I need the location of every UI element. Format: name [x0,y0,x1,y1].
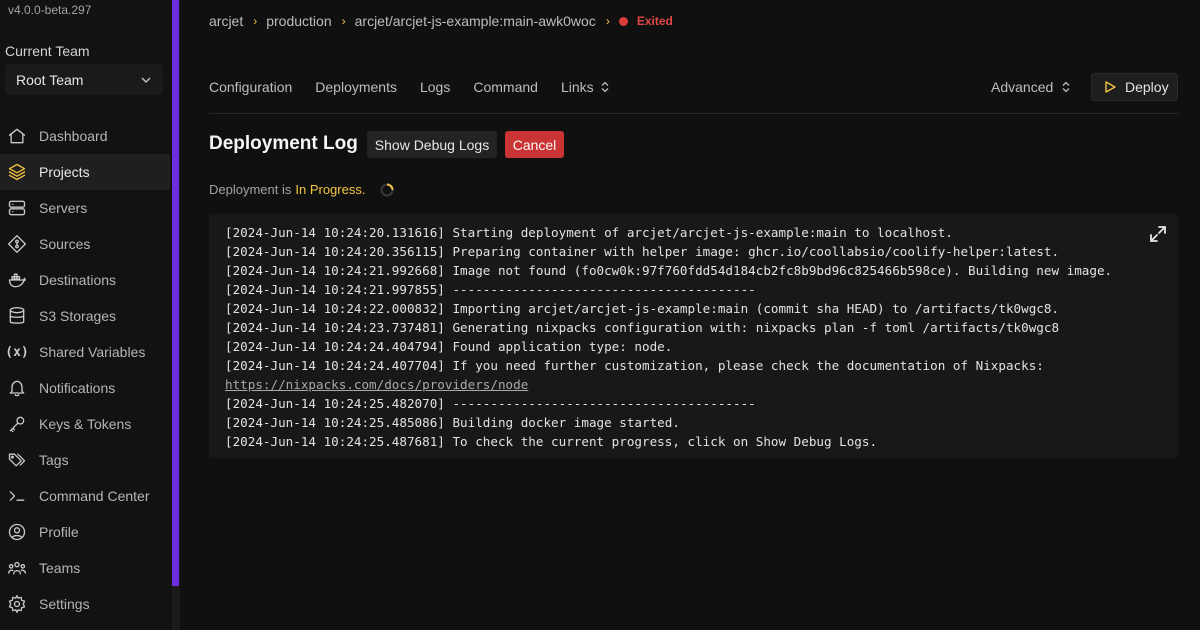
log-line: [2024-Jun-14 10:24:24.404794] Found appl… [225,339,673,354]
log-line: [2024-Jun-14 10:24:25.487681] To check t… [225,434,878,449]
log-line: [2024-Jun-14 10:24:25.485086] Building d… [225,415,680,430]
database-icon [6,305,28,327]
app-version: v4.0.0-beta.297 [8,3,92,17]
sidebar-item-notifications[interactable]: Notifications [0,370,170,406]
docker-icon [6,269,28,291]
breadcrumb-application[interactable]: arcjet/arcjet-js-example:main-awk0woc [355,13,596,29]
breadcrumb-team[interactable]: arcjet [209,13,243,29]
gear-icon [6,593,28,615]
sidebar-item-settings[interactable]: Settings [0,586,170,622]
advanced-menu[interactable]: Advanced [991,79,1071,95]
tab-links-label: Links [560,79,594,95]
advanced-label: Advanced [991,79,1054,95]
deployment-status-value: In Progress. [295,182,366,197]
status-badge: Exited [636,14,673,28]
sidebar-item-tags[interactable]: Tags [0,442,170,478]
sidebar-item-sources[interactable]: Sources [0,226,170,262]
user-icon [6,521,28,543]
chevron-up-down-icon [1062,81,1070,93]
breadcrumb-environment[interactable]: production [266,13,331,29]
status-dot-icon [618,16,628,26]
team-select[interactable]: Root Team [5,64,163,95]
sidebar-item-label: Destinations [39,272,117,288]
sidebar-item-label: Command Center [39,488,150,504]
play-icon [1105,81,1116,93]
sidebar-nav: Dashboard Projects Servers Sources Desti… [0,118,170,622]
spinner-icon [380,183,394,196]
git-icon [6,233,28,255]
deployment-status: Deployment is In Progress. [209,182,394,197]
app-tabs: Configuration Deployments Logs Command L… [209,79,633,95]
chevron-right-icon: › [253,14,258,28]
sidebar-item-label: Servers [39,200,88,216]
sidebar-item-s3-storages[interactable]: S3 Storages [0,298,170,334]
chevron-down-icon [141,76,151,83]
sidebar-scrollbar[interactable] [172,0,179,586]
sidebar-item-label: Keys & Tokens [39,416,132,432]
sidebar-item-command-center[interactable]: Command Center [0,478,170,514]
log-line: [2024-Jun-14 10:24:20.131616] Starting d… [225,225,953,240]
chevron-right-icon: › [605,14,610,28]
log-line: [2024-Jun-14 10:24:25.482070] ----------… [225,396,756,411]
sidebar-item-label: Sources [39,236,91,252]
sidebar-item-keys-tokens[interactable]: Keys & Tokens [0,406,170,442]
sidebar-item-destinations[interactable]: Destinations [0,262,170,298]
page-title: Deployment Log [209,133,358,154]
layers-icon [6,161,28,183]
home-icon [6,125,28,147]
key-icon [6,413,28,435]
sidebar: v4.0.0-beta.297 Current Team Root Team D… [0,0,172,630]
log-line: [2024-Jun-14 10:24:22.000832] Importing … [225,301,1060,316]
log-output: [2024-Jun-14 10:24:20.131616] Starting d… [209,214,1178,458]
log-line: https://nixpacks.com/docs/providers/node [225,375,1112,394]
sidebar-item-label: Settings [39,596,90,612]
divider [209,113,1178,114]
sidebar-item-label: Profile [39,524,79,540]
current-team-label: Current Team [5,43,90,59]
sidebar-item-label: Projects [39,164,90,180]
tab-command[interactable]: Command [473,79,538,95]
show-debug-logs-button[interactable]: Show Debug Logs [367,131,497,158]
deploy-label: Deploy [1125,79,1169,95]
sidebar-item-label: Notifications [39,380,116,396]
sidebar-item-servers[interactable]: Servers [0,190,170,226]
deploy-button[interactable]: Deploy [1091,73,1178,101]
sidebar-item-label: Dashboard [39,128,108,144]
tab-links[interactable]: Links [561,79,610,95]
variable-icon: (x) [5,344,29,360]
tab-configuration[interactable]: Configuration [209,79,292,95]
sidebar-item-projects[interactable]: Projects [0,154,170,190]
server-icon [6,197,28,219]
team-select-value: Root Team [16,71,84,88]
log-line: [2024-Jun-14 10:24:21.997855] ----------… [225,282,756,297]
log-line: [2024-Jun-14 10:24:21.992668] Image not … [225,263,1113,278]
terminal-icon [6,485,28,507]
chevron-up-down-icon [601,81,609,93]
sidebar-item-label: Teams [39,560,81,576]
cancel-button[interactable]: Cancel [505,131,564,158]
sidebar-item-label: Shared Variables [39,344,146,360]
fullscreen-icon[interactable] [1148,224,1168,244]
chevron-right-icon: › [341,14,346,28]
breadcrumb: arcjet › production › arcjet/arcjet-js-e… [209,13,673,29]
tags-icon [6,449,28,471]
sidebar-item-label: Tags [39,452,69,468]
bell-icon [6,377,28,399]
sidebar-item-label: S3 Storages [39,308,117,324]
log-line: [2024-Jun-14 10:24:20.356115] Preparing … [225,244,1060,259]
sidebar-item-dashboard[interactable]: Dashboard [0,118,170,154]
users-icon [6,557,28,579]
log-lines: [2024-Jun-14 10:24:20.131616] Starting d… [225,223,1112,451]
log-line: [2024-Jun-14 10:24:24.407704] If you nee… [225,358,1044,373]
tab-logs[interactable]: Logs [420,79,450,95]
sidebar-item-teams[interactable]: Teams [0,550,170,586]
log-link[interactable]: https://nixpacks.com/docs/providers/node [225,377,528,392]
tab-deployments[interactable]: Deployments [315,79,397,95]
sidebar-item-profile[interactable]: Profile [0,514,170,550]
log-line: [2024-Jun-14 10:24:23.737481] Generating… [225,320,1060,335]
deployment-status-prefix: Deployment is [209,182,292,197]
sidebar-item-shared-variables[interactable]: (x) Shared Variables [0,334,170,370]
